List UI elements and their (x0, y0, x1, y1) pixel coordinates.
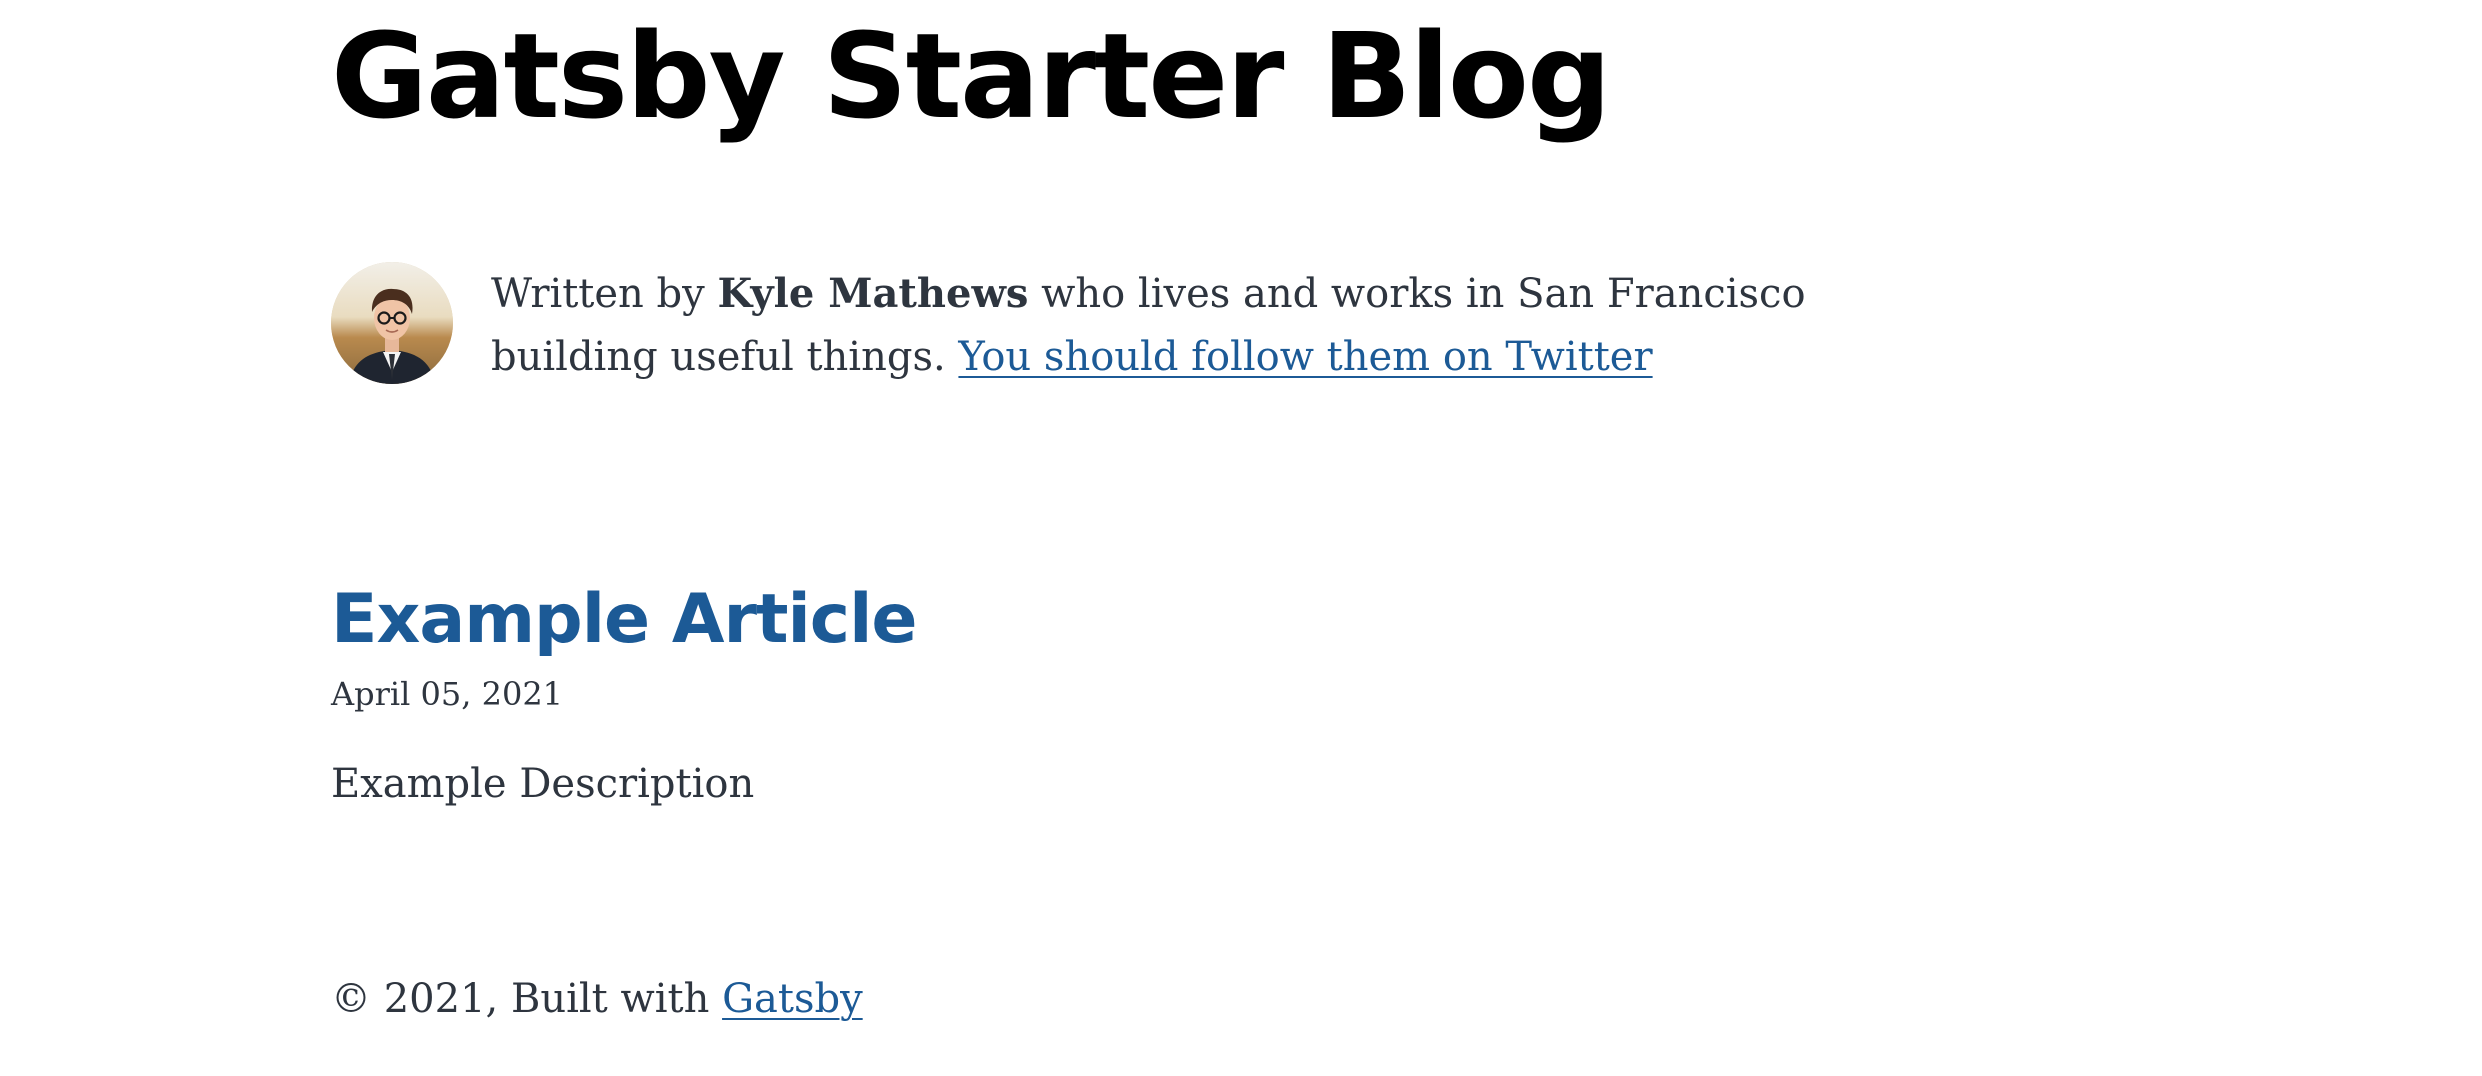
gatsby-link[interactable]: Gatsby (722, 976, 863, 1022)
author-bio: Written by Kyle Mathews who lives and wo… (331, 262, 1931, 392)
bio-prefix: Written by (491, 271, 718, 317)
site-title: Gatsby Starter Blog (331, 11, 1611, 142)
post-title: Example Article (331, 576, 1931, 664)
twitter-link[interactable]: You should follow them on Twitter (958, 334, 1652, 380)
profile-photo-icon (331, 262, 453, 384)
post-description: Example Description (331, 761, 755, 807)
post-list-item: Example Article April 05, 2021 Example D… (331, 576, 1931, 810)
post-date: April 05, 2021 (331, 675, 564, 713)
copyright-text: © 2021, Built with (331, 976, 723, 1022)
bio-text: Written by Kyle Mathews who lives and wo… (491, 262, 1911, 389)
post-title-link[interactable]: Example Article (331, 580, 918, 659)
site-footer: © 2021, Built with Gatsby (331, 972, 863, 1026)
home-link[interactable]: Gatsby Starter Blog (331, 7, 1611, 145)
author-name: Kyle Mathews (717, 270, 1029, 317)
author-avatar (331, 262, 453, 384)
